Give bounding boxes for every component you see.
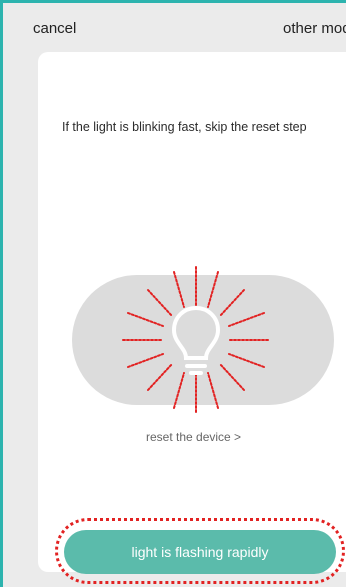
device-illustration [72, 266, 334, 414]
light-flashing-rapidly-button[interactable]: light is flashing rapidly [64, 530, 336, 574]
device-shape [72, 275, 334, 405]
reset-device-link[interactable]: reset the device > [146, 430, 241, 444]
primary-button-label: light is flashing rapidly [131, 544, 269, 560]
